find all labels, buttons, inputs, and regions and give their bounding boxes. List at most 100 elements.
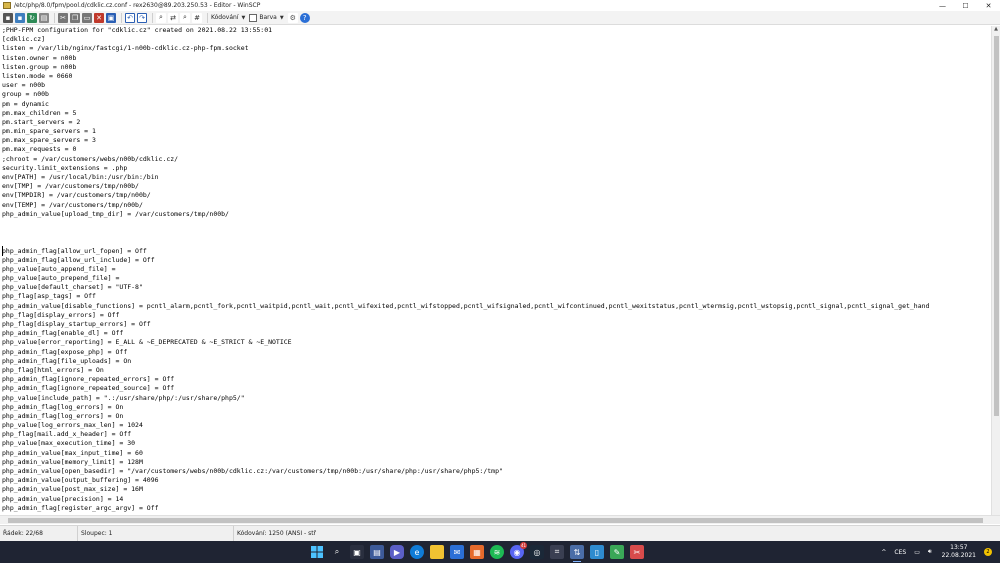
- cut-icon[interactable]: ✂: [58, 12, 68, 23]
- search-icon[interactable]: ⌕: [330, 545, 344, 559]
- code-line[interactable]: php_admin_flag[ignore_repeated_source] =…: [2, 384, 991, 393]
- maximize-button[interactable]: ☐: [954, 0, 977, 11]
- snipping-tool-icon[interactable]: ✂: [630, 545, 644, 559]
- code-line[interactable]: ;PHP-FPM configuration for "cdklic.cz" c…: [2, 26, 991, 35]
- replace-icon[interactable]: ⇄: [168, 12, 178, 23]
- scroll-up-icon[interactable]: ▲: [992, 26, 1000, 34]
- code-line[interactable]: php_flag[html_errors] = On: [2, 366, 991, 375]
- code-line[interactable]: [2, 228, 991, 237]
- save-icon[interactable]: ▪: [3, 12, 13, 23]
- settings-gear-icon[interactable]: ⚙: [287, 12, 298, 23]
- vertical-scroll-thumb[interactable]: [994, 36, 999, 416]
- start-icon[interactable]: [310, 545, 324, 559]
- horizontal-scroll-thumb[interactable]: [8, 518, 983, 523]
- close-button[interactable]: ✕: [977, 0, 1000, 11]
- code-line[interactable]: php_admin_flag[file_uploads] = On: [2, 357, 991, 366]
- select-all-icon[interactable]: ▣: [106, 12, 116, 23]
- undo-icon[interactable]: ↶: [125, 12, 135, 23]
- find-next-icon[interactable]: ⌕: [180, 12, 190, 23]
- code-line[interactable]: pm.max_children = 5: [2, 109, 991, 118]
- notification-badge[interactable]: 2: [984, 548, 992, 556]
- code-line[interactable]: php_flag[display_startup_errors] = Off: [2, 320, 991, 329]
- code-line[interactable]: php_admin_value[precision] = 14: [2, 495, 991, 504]
- code-line[interactable]: php_admin_flag[expose_php] = Off: [2, 348, 991, 357]
- speaker-icon[interactable]: 🔊︎: [928, 548, 932, 556]
- code-line[interactable]: pm.min_spare_servers = 1: [2, 127, 991, 136]
- code-line[interactable]: pm = dynamic: [2, 100, 991, 109]
- code-line[interactable]: listen.mode = 0660: [2, 72, 991, 81]
- code-line[interactable]: group = n00b: [2, 90, 991, 99]
- code-line[interactable]: php_admin_flag[enable_dl] = Off: [2, 329, 991, 338]
- network-tool-icon[interactable]: ⌗: [550, 545, 564, 559]
- code-line[interactable]: php_value[auto_prepend_file] =: [2, 274, 991, 283]
- code-line[interactable]: listen.group = n00b: [2, 63, 991, 72]
- discord-icon[interactable]: ◉ 41: [510, 542, 527, 559]
- store-icon[interactable]: ▦: [470, 545, 484, 559]
- chat-icon[interactable]: ▶: [390, 545, 404, 559]
- code-line[interactable]: php_admin_value[upload_tmp_dir] = /var/c…: [2, 210, 991, 219]
- spotify-icon[interactable]: ≋: [490, 545, 504, 559]
- vertical-scrollbar[interactable]: ▲: [991, 26, 1000, 515]
- code-line[interactable]: php_flag[display_errors] = Off: [2, 311, 991, 320]
- code-line[interactable]: php_admin_flag[register_argc_argv] = Off: [2, 504, 991, 513]
- code-line[interactable]: env[TEMP] = /var/customers/tmp/n00b/: [2, 201, 991, 210]
- code-line[interactable]: env[TMPDIR] = /var/customers/tmp/n00b/: [2, 191, 991, 200]
- code-line[interactable]: php_flag[asp_tags] = Off: [2, 292, 991, 301]
- code-line[interactable]: php_admin_flag[allow_url_fopen] = Off: [2, 247, 991, 256]
- code-line[interactable]: php_admin_value[output_buffering] = 4096: [2, 476, 991, 485]
- save-as-icon[interactable]: ▪: [15, 12, 25, 23]
- code-line[interactable]: php_value[error_reporting] = E_ALL & ~E_…: [2, 338, 991, 347]
- code-area[interactable]: ;PHP-FPM configuration for "cdklic.cz" c…: [0, 26, 991, 513]
- code-line[interactable]: php_admin_flag[log_errors] = On: [2, 412, 991, 421]
- code-line[interactable]: php_admin_value[memory_limit] = 128M: [2, 458, 991, 467]
- code-line[interactable]: env[TMP] = /var/customers/tmp/n00b/: [2, 182, 991, 191]
- find-icon[interactable]: ⌕: [156, 12, 166, 23]
- code-line[interactable]: pm.start_servers = 2: [2, 118, 991, 127]
- code-line[interactable]: listen = /var/lib/nginx/fastcgi/1-n00b-c…: [2, 44, 991, 53]
- chevron-up-icon[interactable]: ^: [881, 549, 886, 556]
- code-line[interactable]: php_value[include_path] = ".:/usr/share/…: [2, 394, 991, 403]
- code-line[interactable]: php_admin_value[post_max_size] = 16M: [2, 485, 991, 494]
- horizontal-scrollbar[interactable]: [0, 515, 1000, 524]
- notepad-icon[interactable]: ✎: [610, 545, 624, 559]
- code-line[interactable]: [cdklic.cz]: [2, 35, 991, 44]
- minimize-button[interactable]: —: [931, 0, 954, 11]
- steam-icon[interactable]: ◎: [530, 545, 544, 559]
- code-line[interactable]: listen.owner = n00b: [2, 54, 991, 63]
- code-line[interactable]: security.limit_extensions = .php: [2, 164, 991, 173]
- code-line[interactable]: user = n00b: [2, 81, 991, 90]
- code-line[interactable]: [2, 219, 991, 228]
- code-line[interactable]: php_value[default_charset] = "UTF-8": [2, 283, 991, 292]
- language-indicator[interactable]: CES: [894, 549, 906, 556]
- help-icon[interactable]: ?: [299, 12, 310, 23]
- clock[interactable]: 13:57 22.08.2021: [942, 544, 976, 560]
- color-checkbox[interactable]: [249, 13, 258, 22]
- code-line[interactable]: php_admin_flag[ignore_repeated_errors] =…: [2, 375, 991, 384]
- code-line[interactable]: php_admin_flag[log_errors] = On: [2, 403, 991, 412]
- code-line[interactable]: pm.max_spare_servers = 3: [2, 136, 991, 145]
- code-line[interactable]: php_admin_value[open_basedir] = "/var/cu…: [2, 467, 991, 476]
- print-icon[interactable]: ▤: [39, 12, 49, 23]
- file-explorer-icon[interactable]: [430, 545, 444, 559]
- mail-icon[interactable]: ✉: [450, 545, 464, 559]
- encoding-dropdown[interactable]: Kódování: [211, 14, 238, 21]
- code-line[interactable]: php_admin_flag[allow_url_include] = Off: [2, 256, 991, 265]
- code-line[interactable]: pm.max_requests = 0: [2, 145, 991, 154]
- edge-icon[interactable]: e: [410, 545, 424, 559]
- code-line[interactable]: ;chroot = /var/customers/webs/n00b/cdkli…: [2, 155, 991, 164]
- chevron-down-icon[interactable]: ▼: [280, 15, 284, 21]
- redo-icon[interactable]: ↷: [137, 12, 147, 23]
- code-line[interactable]: [2, 237, 991, 246]
- code-line[interactable]: php_value[max_execution_time] = 30: [2, 439, 991, 448]
- text-editor[interactable]: ;PHP-FPM configuration for "cdklic.cz" c…: [0, 26, 991, 515]
- delete-icon[interactable]: ✕: [94, 12, 104, 23]
- widgets-icon[interactable]: ▤: [370, 545, 384, 559]
- editor-app-icon[interactable]: ▯: [590, 545, 604, 559]
- code-line[interactable]: php_value[auto_append_file] =: [2, 265, 991, 274]
- paste-icon[interactable]: ▭: [82, 12, 92, 23]
- code-line[interactable]: php_flag[mail.add_x_header] = Off: [2, 430, 991, 439]
- code-line[interactable]: php_value[log_errors_max_len] = 1024: [2, 421, 991, 430]
- chevron-down-icon[interactable]: ▼: [241, 15, 245, 21]
- code-line[interactable]: php_admin_value[disable_functions] = pcn…: [2, 302, 991, 311]
- task-view-icon[interactable]: ▣: [350, 545, 364, 559]
